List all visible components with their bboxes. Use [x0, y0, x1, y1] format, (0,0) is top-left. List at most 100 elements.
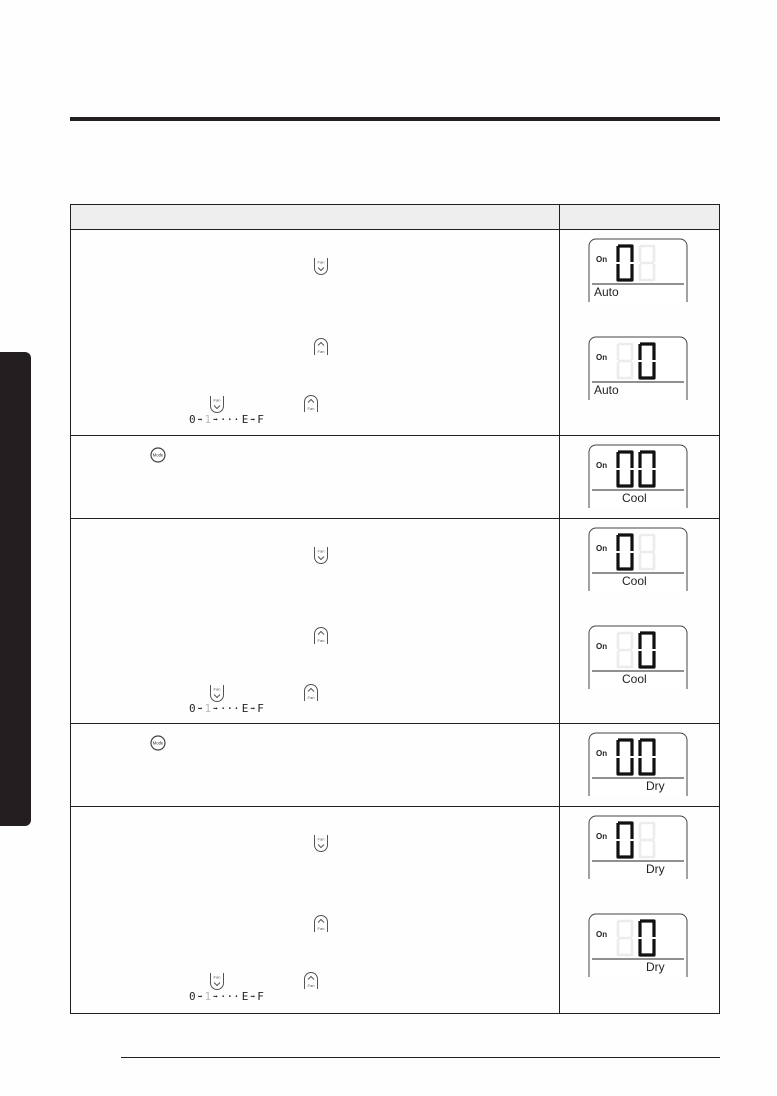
table-row: Fan Fan Fan Fan 0 ➡ 1 ➡ ··· E ➡ F On Dry On Dry	[71, 807, 719, 1013]
lcd-on-indicator: On	[596, 255, 608, 264]
fan-up-button-icon: Fan	[313, 338, 329, 356]
fan-up-button-icon: Fan	[313, 627, 329, 645]
arrow-icon: ➡	[197, 992, 203, 1001]
header-cell-operation	[71, 205, 560, 229]
svg-text:Mode: Mode	[153, 741, 164, 746]
lcd-mode-label: Dry	[646, 779, 665, 793]
lcd-mode-label: Cool	[622, 574, 647, 588]
chapter-side-tab	[0, 352, 31, 826]
lcd-display: On Dry	[588, 913, 688, 977]
lcd-display: On Auto	[588, 336, 688, 400]
svg-text:Fan: Fan	[318, 926, 325, 931]
sequence-step: 0	[189, 702, 196, 715]
fan-level-sequence: 0 ➡ 1 ➡ ··· E ➡ F	[189, 990, 264, 1003]
arrow-icon: ➡	[250, 415, 256, 424]
table-row: Fan Fan Fan Fan 0 ➡ 1 ➡ ··· E ➡ F On Auto On Au…	[71, 230, 719, 436]
lcd-mode-label: Auto	[594, 383, 619, 397]
fan-down-button-icon: Fan	[209, 972, 225, 990]
svg-text:Fan: Fan	[318, 549, 325, 554]
instruction-cell: Fan Fan Fan Fan 0 ➡ 1 ➡ ··· E ➡ F	[71, 519, 560, 723]
svg-text:Fan: Fan	[308, 695, 315, 700]
sequence-step: 0	[189, 990, 196, 1003]
sequence-step: ···	[219, 702, 240, 715]
arrow-icon: ➡	[197, 415, 203, 424]
section-heading-rule	[70, 117, 720, 121]
display-cell: On Auto On Auto	[560, 230, 719, 435]
sequence-step: E	[241, 413, 249, 426]
display-cell: On Cool On Cool	[560, 519, 719, 723]
svg-text:Fan: Fan	[318, 260, 325, 265]
svg-text:Fan: Fan	[214, 975, 221, 980]
lcd-on-indicator: On	[596, 930, 608, 939]
arrow-icon: ➡	[213, 704, 218, 713]
instruction-cell: Mode	[71, 724, 560, 806]
lcd-mode-label: Cool	[622, 672, 647, 686]
svg-text:Fan: Fan	[318, 349, 325, 354]
fan-down-button-icon: Fan	[209, 684, 225, 702]
display-cell: On Dry	[560, 724, 719, 806]
lcd-display: On Dry	[588, 732, 688, 796]
sequence-step: ···	[219, 990, 240, 1003]
lcd-on-indicator: On	[596, 544, 608, 553]
lcd-mode-label: Cool	[622, 491, 647, 505]
arrow-icon: ➡	[213, 992, 218, 1001]
lcd-display: On Dry	[588, 815, 688, 879]
header-cell-display	[560, 205, 719, 229]
instruction-cell: Fan Fan Fan Fan 0 ➡ 1 ➡ ··· E ➡ F	[71, 230, 560, 435]
fan-down-button-icon: Fan	[313, 257, 329, 275]
fan-up-button-icon: Fan	[303, 972, 319, 990]
sequence-step: 1	[204, 702, 212, 715]
fan-up-button-icon: Fan	[303, 395, 319, 413]
fan-down-button-icon: Fan	[313, 834, 329, 852]
fan-up-button-icon: Fan	[303, 684, 319, 702]
instruction-cell: Fan Fan Fan Fan 0 ➡ 1 ➡ ··· E ➡ F	[71, 807, 560, 1013]
mode-button-icon: Mode	[150, 735, 166, 751]
sequence-step: 1	[204, 990, 212, 1003]
lcd-mode-label: Dry	[646, 862, 665, 876]
arrow-icon: ➡	[197, 704, 203, 713]
sequence-step: F	[257, 413, 264, 426]
sequence-step: 0	[189, 413, 196, 426]
lcd-display: On Cool	[588, 625, 688, 689]
table-row: Fan Fan Fan Fan 0 ➡ 1 ➡ ··· E ➡ F On Cool On Co…	[71, 519, 719, 724]
lcd-on-indicator: On	[596, 642, 608, 651]
sequence-step: F	[257, 990, 264, 1003]
mode-button-icon: Mode	[150, 447, 166, 463]
svg-text:Fan: Fan	[308, 406, 315, 411]
footer-rule	[121, 1057, 720, 1058]
fan-down-button-icon: Fan	[313, 546, 329, 564]
fan-up-button-icon: Fan	[313, 915, 329, 933]
lcd-display: On Cool	[588, 527, 688, 591]
display-cell: On Cool	[560, 436, 719, 518]
fan-down-button-icon: Fan	[209, 395, 225, 413]
table-row: Mode On Cool	[71, 436, 719, 519]
display-cell: On Dry On Dry	[560, 807, 719, 1013]
arrow-icon: ➡	[213, 415, 218, 424]
table-row: Mode On Dry	[71, 724, 719, 807]
svg-text:Fan: Fan	[308, 983, 315, 988]
sequence-step: 1	[204, 413, 212, 426]
svg-text:Mode: Mode	[153, 453, 164, 458]
lcd-on-indicator: On	[596, 749, 608, 758]
sequence-step: E	[241, 702, 249, 715]
lcd-on-indicator: On	[596, 353, 608, 362]
fan-speed-table: Fan Fan Fan Fan 0 ➡ 1 ➡ ··· E ➡ F On Auto On Au…	[70, 204, 720, 1014]
instruction-cell: Mode	[71, 436, 560, 518]
lcd-display: On Cool	[588, 444, 688, 508]
lcd-on-indicator: On	[596, 461, 608, 470]
sequence-step: ···	[219, 413, 240, 426]
lcd-display: On Auto	[588, 238, 688, 302]
arrow-icon: ➡	[250, 992, 256, 1001]
svg-text:Fan: Fan	[318, 638, 325, 643]
sequence-step: E	[241, 990, 249, 1003]
lcd-on-indicator: On	[596, 832, 608, 841]
lcd-mode-label: Auto	[594, 285, 619, 299]
lcd-mode-label: Dry	[646, 960, 665, 974]
svg-text:Fan: Fan	[214, 687, 221, 692]
fan-level-sequence: 0 ➡ 1 ➡ ··· E ➡ F	[189, 413, 264, 426]
arrow-icon: ➡	[250, 704, 256, 713]
fan-level-sequence: 0 ➡ 1 ➡ ··· E ➡ F	[189, 702, 264, 715]
svg-text:Fan: Fan	[214, 398, 221, 403]
table-header	[71, 205, 719, 230]
sequence-step: F	[257, 702, 264, 715]
